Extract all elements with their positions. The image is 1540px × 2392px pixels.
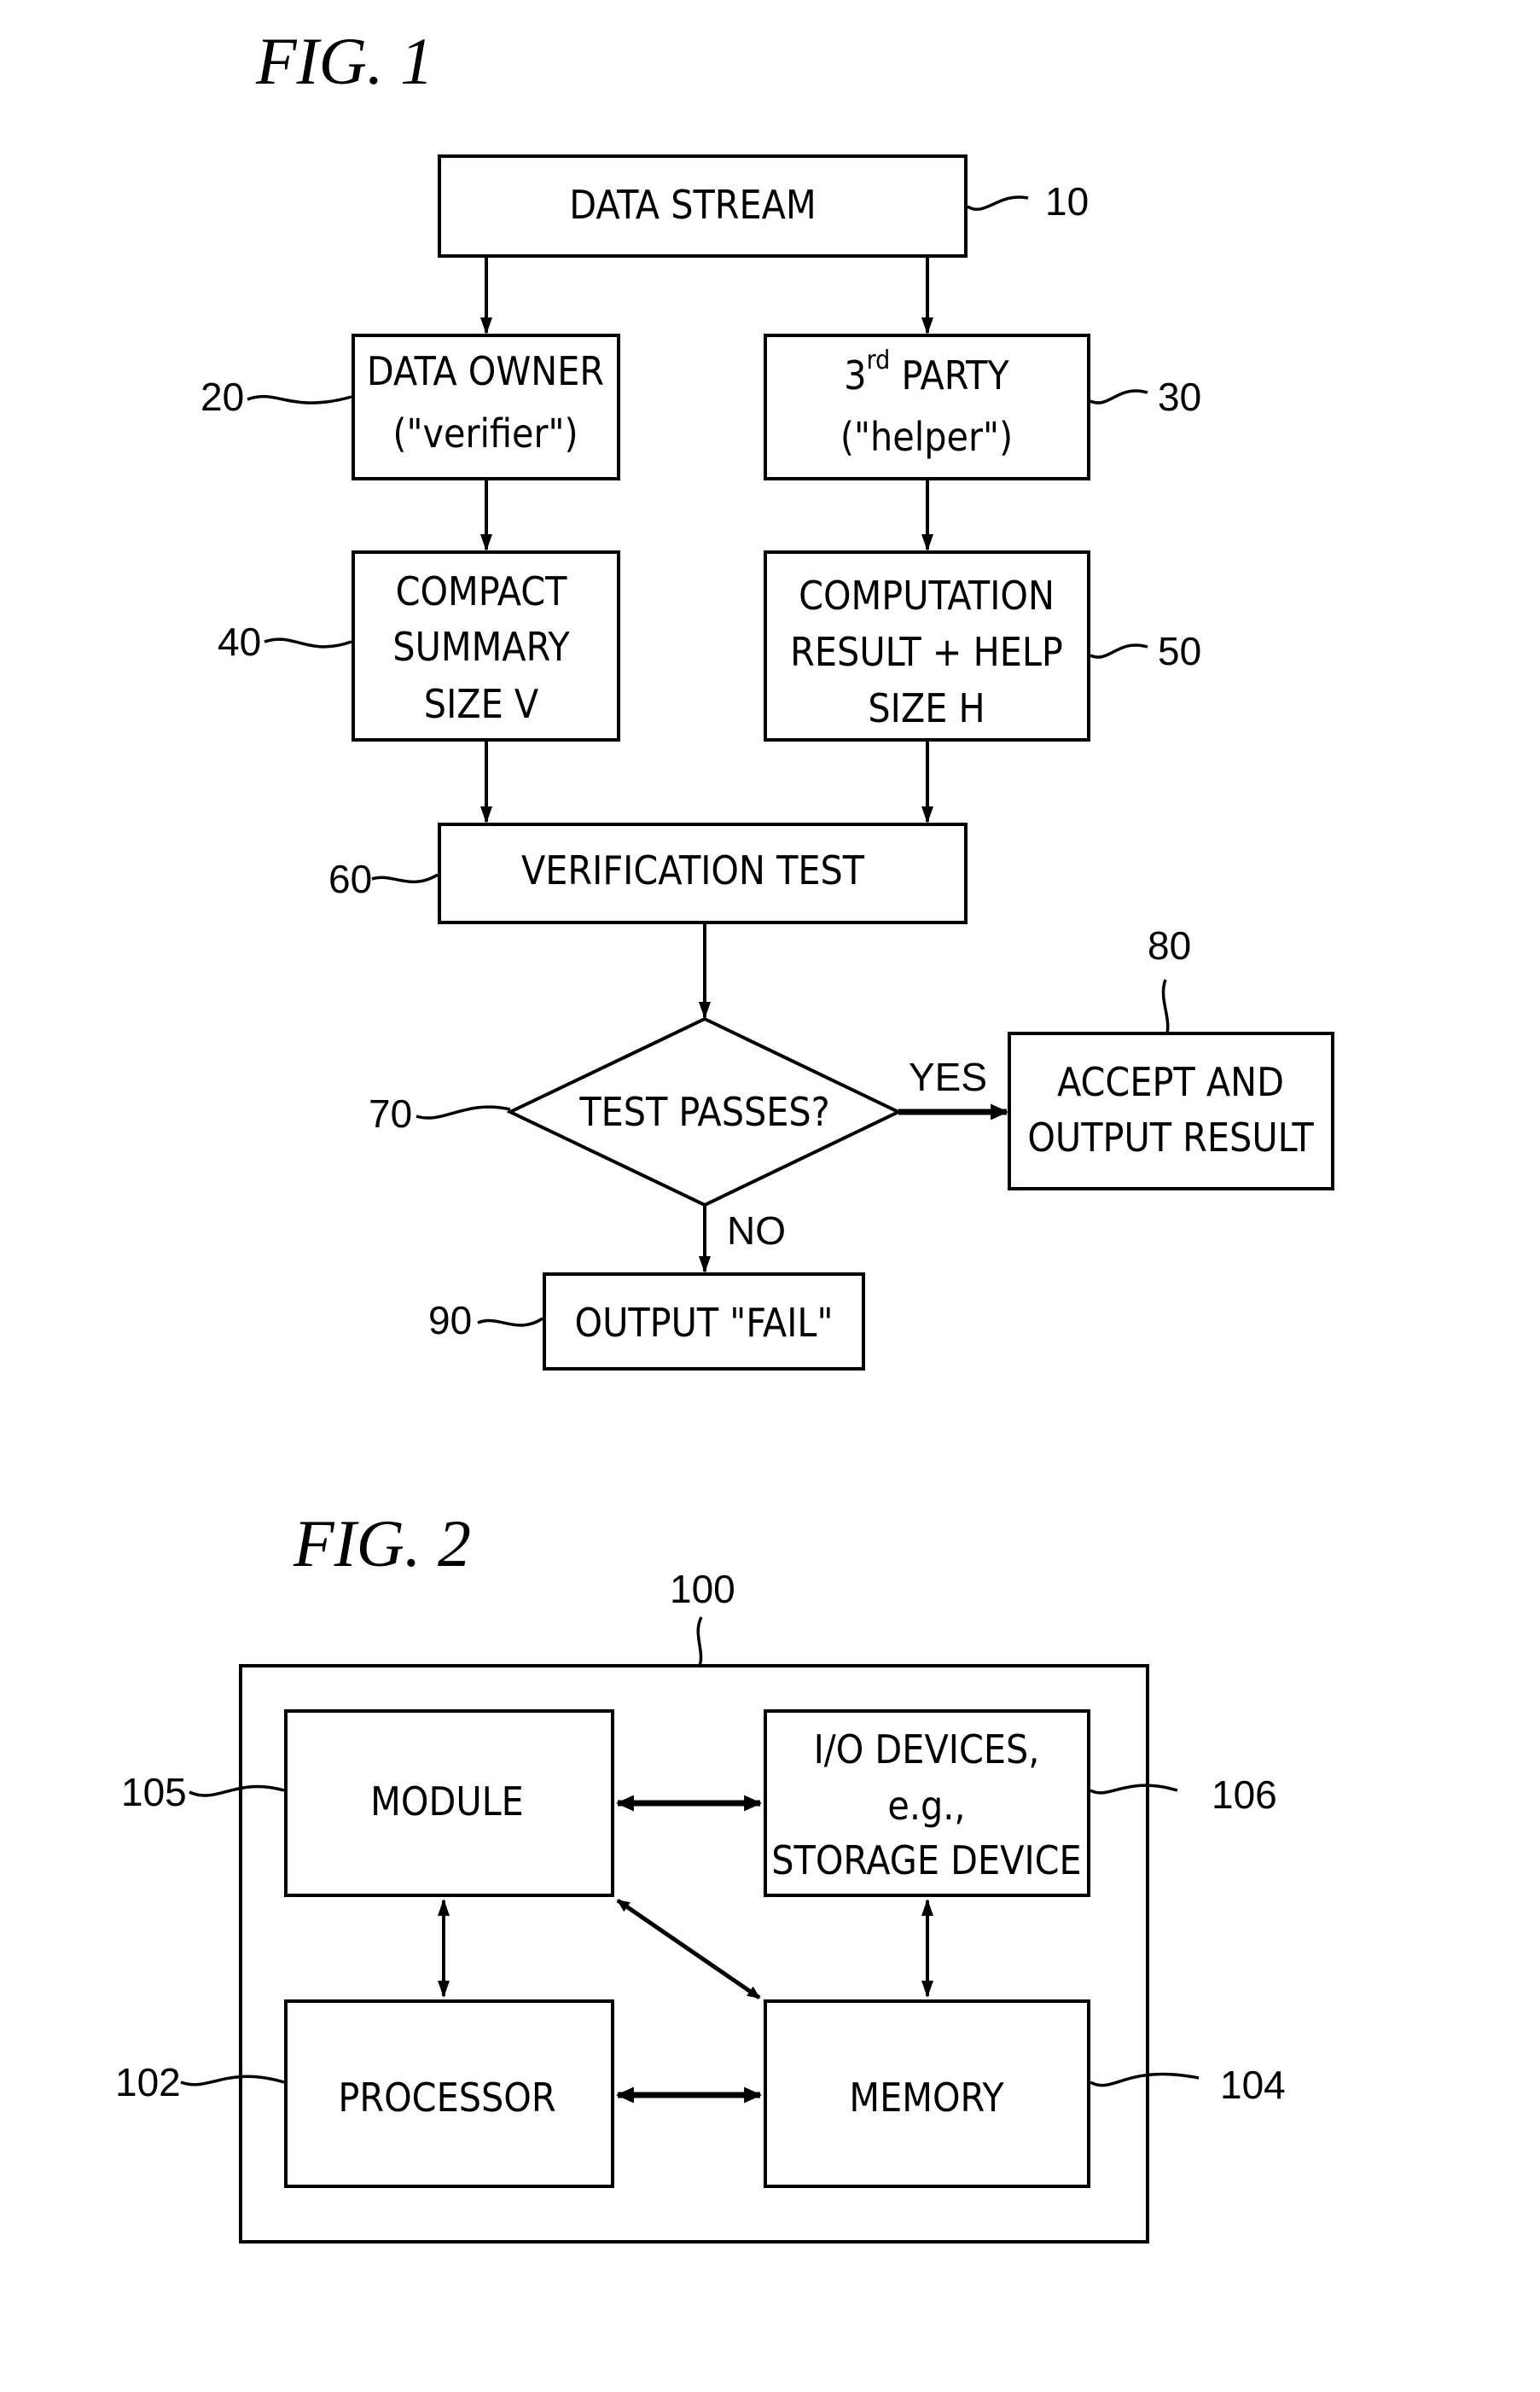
node-compact-summary: COMPACT SUMMARY SIZE V 40 [218, 550, 620, 742]
node-io-devices: I/O DEVICES, e.g., STORAGE DEVICE 106 [764, 1709, 1277, 1897]
output-fail-label: OUTPUT "FAIL" [575, 1300, 834, 1346]
node-accept-output: ACCEPT AND OUTPUT RESULT 80 [1008, 923, 1334, 1190]
node-processor: PROCESSOR 102 [115, 1999, 614, 2188]
ref-leader-20 [247, 394, 352, 404]
io-devices-line3: STORAGE DEVICE [771, 1837, 1081, 1883]
ref-leader-80 [1161, 979, 1170, 1034]
node-module: MODULE 105 [121, 1709, 614, 1897]
ref-70: 70 [369, 1091, 412, 1136]
computation-result-line1: COMPUTATION [799, 573, 1055, 619]
ref-10: 10 [1045, 179, 1089, 224]
node-memory: MEMORY 104 [764, 1999, 1286, 2188]
ref-leader-90 [477, 1317, 543, 1327]
data-owner-label-line1: DATA OWNER [367, 348, 604, 394]
computation-result-line2: RESULT + HELP [790, 629, 1063, 675]
ref-leader-70 [416, 1105, 511, 1120]
computation-result-line3: SIZE H [868, 685, 985, 731]
data-owner-label-line2: ("verifier") [392, 410, 578, 457]
edge-label-yes: YES [909, 1055, 987, 1099]
node-output-fail: OUTPUT "FAIL" 90 [428, 1272, 865, 1371]
accept-output-line1: ACCEPT AND [1057, 1059, 1284, 1105]
node-test-passes: TEST PASSES? 70 [369, 1016, 903, 1208]
accept-output-box [1008, 1032, 1334, 1190]
figure-1-title: FIG. 1 [255, 24, 433, 98]
data-stream-label: DATA STREAM [569, 182, 816, 228]
edge-label-no: NO [727, 1208, 786, 1253]
ref-40: 40 [218, 620, 261, 664]
compact-summary-line3: SIZE V [424, 681, 538, 727]
compact-summary-line1: COMPACT [396, 568, 568, 614]
compact-summary-line2: SUMMARY [392, 624, 570, 670]
patent-figures: FIG. 1 DATA STREAM 10 DATA OWNER ("verif… [115, 24, 1334, 2244]
ref-105: 105 [121, 1770, 187, 1814]
figure-1: FIG. 1 DATA STREAM 10 DATA OWNER ("verif… [200, 24, 1334, 1371]
ref-leader-100 [696, 1616, 703, 1667]
verification-test-label: VERIFICATION TEST [521, 847, 865, 893]
node-computation-result: COMPUTATION RESULT + HELP SIZE H 50 [764, 550, 1201, 742]
processor-label: PROCESSOR [338, 2075, 555, 2121]
ref-100: 100 [670, 1567, 735, 1611]
ref-50: 50 [1158, 629, 1201, 673]
ref-104: 104 [1220, 2063, 1286, 2107]
ref-102: 102 [115, 2060, 181, 2104]
ref-leader-10 [967, 195, 1029, 212]
ref-leader-60 [371, 873, 439, 884]
ref-leader-40 [264, 637, 352, 649]
node-data-owner: DATA OWNER ("verifier") 20 [200, 334, 620, 480]
figure-2-title: FIG. 2 [293, 1506, 471, 1580]
third-party-label-line2: ("helper") [840, 414, 1013, 460]
ref-90: 90 [428, 1298, 472, 1342]
ref-60: 60 [328, 857, 372, 901]
io-devices-line1: I/O DEVICES, [814, 1726, 1040, 1772]
ref-20: 20 [200, 375, 244, 419]
test-passes-label: TEST PASSES? [578, 1089, 829, 1135]
memory-label: MEMORY [849, 2075, 1004, 2121]
ref-30: 30 [1158, 375, 1201, 419]
io-devices-line2: e.g., [887, 1783, 965, 1829]
accept-output-line2: OUTPUT RESULT [1027, 1115, 1314, 1161]
node-data-stream: DATA STREAM 10 [438, 154, 1089, 258]
ref-106: 106 [1212, 1772, 1277, 1817]
node-third-party: 3rd PARTY ("helper") 30 [764, 334, 1201, 480]
node-verification-test: VERIFICATION TEST 60 [328, 823, 968, 924]
ref-leader-50 [1090, 643, 1148, 659]
ref-leader-30 [1090, 389, 1148, 404]
figure-2: FIG. 2 100 MODULE 105 I/O DEVICES, e.g.,… [115, 1506, 1286, 2244]
ref-80: 80 [1148, 923, 1191, 968]
module-label: MODULE [370, 1778, 524, 1825]
